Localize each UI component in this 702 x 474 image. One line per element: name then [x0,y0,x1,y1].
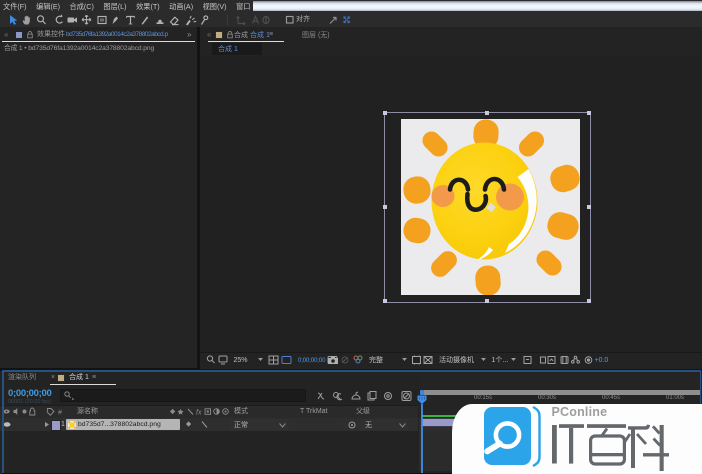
svg-text:#: # [58,410,62,417]
svg-text:fx: fx [196,410,202,417]
